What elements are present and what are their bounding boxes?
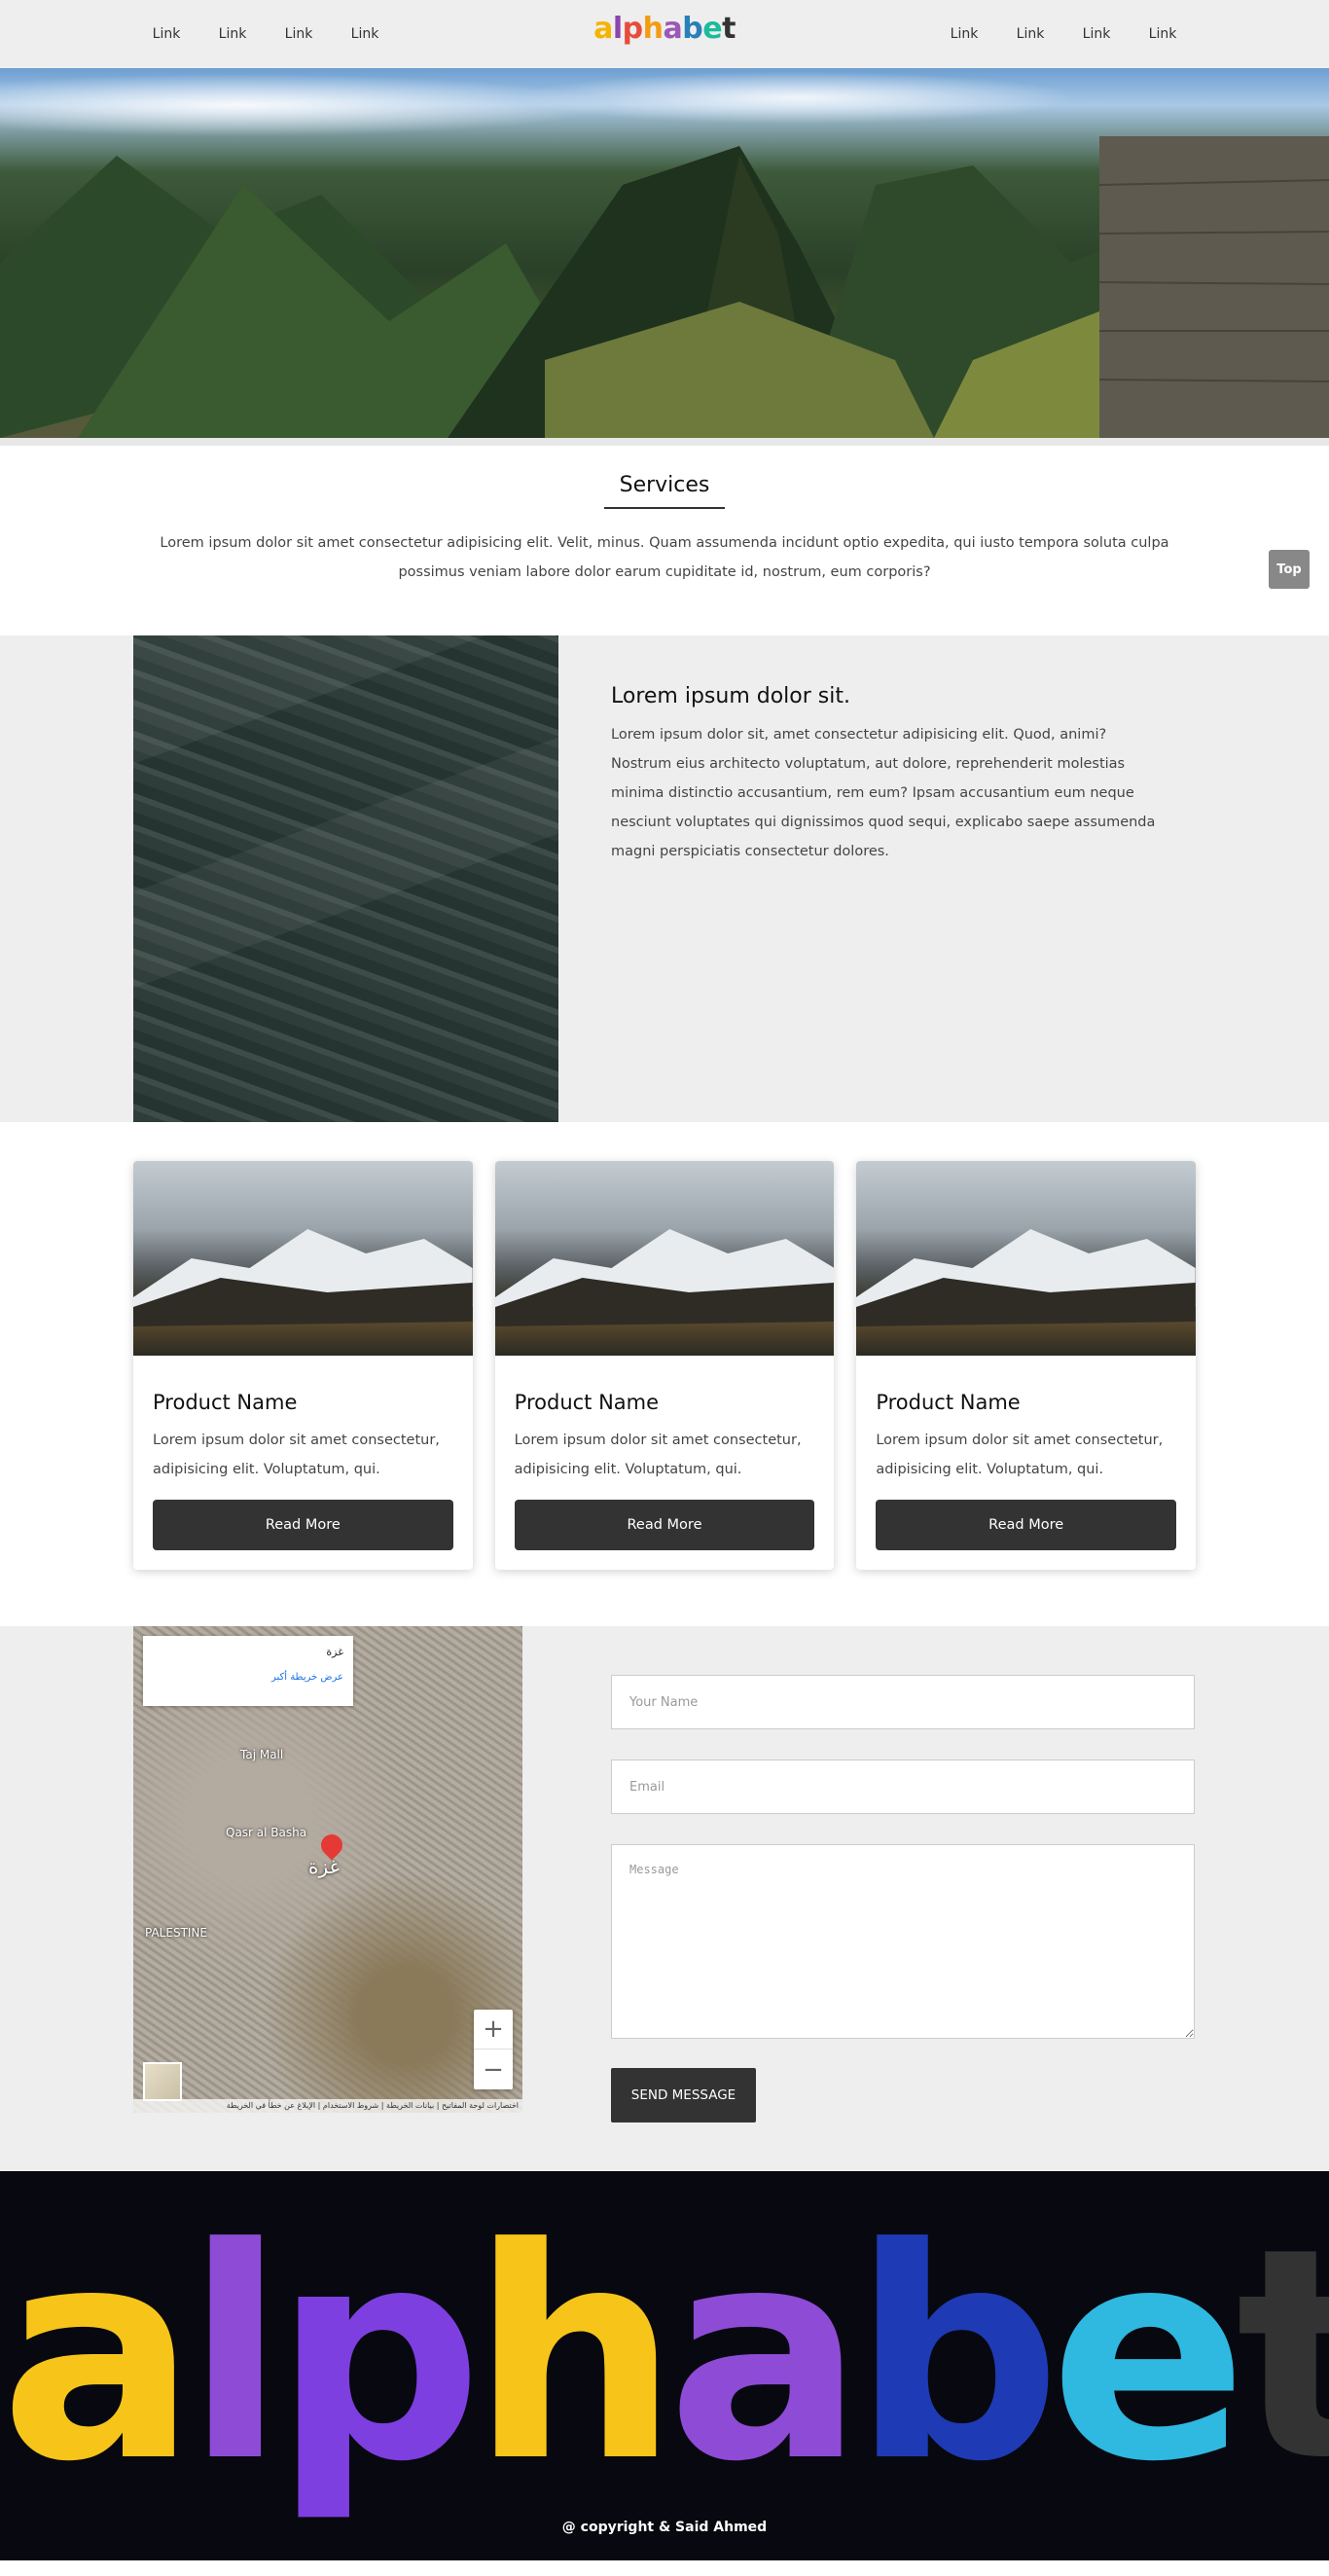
nav-link[interactable]: Link [266,26,332,42]
services-text: Lorem ipsum dolor sit amet consectetur a… [160,535,1169,580]
view-larger-map-link[interactable]: عرض خريطة أكبر [153,1672,343,1683]
hero-image [0,68,1329,438]
hero-divider [0,438,1329,446]
map-zoom-control: + − [474,2010,513,2089]
about-text: Lorem ipsum dolor sit, amet consectetur … [611,727,1156,859]
logo-letter: p [622,12,643,46]
brand-logo[interactable]: alphabet [593,12,736,46]
name-input[interactable] [611,1675,1195,1729]
map-label: PALESTINE [145,1926,207,1940]
read-more-button[interactable]: Read More [514,1500,815,1550]
logo-letter: l [612,12,623,46]
logo-letter: h [471,2186,679,2525]
map-label: Qasr al Basha [226,1826,307,1839]
services-section: Services Lorem ipsum dolor sit amet cons… [0,446,1329,635]
product-card: Product Name Lorem ipsum dolor sit amet … [856,1161,1197,1570]
product-image [133,1161,473,1356]
logo-letter: e [702,12,723,46]
map-attribution[interactable]: اختصارات لوحة المفاتيح | بيانات الخريطة … [133,2099,522,2113]
about-title: Lorem ipsum dolor sit. [611,684,850,708]
message-textarea[interactable] [611,1844,1195,2039]
map-info-card: غزة عرض خريطة أكبر [143,1636,353,1706]
product-name: Product Name [514,1391,660,1414]
footer: alphabet @ copyright & Said Ahmed [0,2171,1329,2560]
zoom-out-button[interactable]: − [474,2050,513,2089]
nav-link[interactable]: Link [1130,26,1196,42]
nav-right-links: Link Link Link Link [931,26,1196,42]
logo-letter: e [1049,2186,1247,2525]
logo-letter: a [663,12,683,46]
logo-letter: h [642,12,664,46]
mountain-landscape-image [0,136,1329,438]
product-image [494,1161,835,1356]
logo-letter: a [0,2186,197,2525]
product-card: Product Name Lorem ipsum dolor sit amet … [494,1161,835,1570]
nav-left-links: Link Link Link Link [133,26,398,42]
logo-letter: t [722,12,736,46]
nav-link[interactable]: Link [997,26,1063,42]
map-place-name: غزة [326,1646,343,1658]
read-more-button[interactable]: Read More [876,1500,1177,1550]
send-message-button[interactable]: SEND MESSAGE [611,2068,756,2122]
map-label: Taj Mall [240,1748,284,1761]
products-section: Product Name Lorem ipsum dolor sit amet … [0,1122,1329,1626]
rock-texture-image [133,635,558,1122]
logo-letter: t [1236,2186,1329,2525]
logo-letter: a [593,12,613,46]
logo-letter: l [185,2186,285,2525]
nav-link[interactable]: Link [332,26,398,42]
about-section: Lorem ipsum dolor sit. Lorem ipsum dolor… [0,635,1329,1122]
services-title: Services [603,473,726,509]
about-content: Lorem ipsum dolor sit. Lorem ipsum dolor… [558,635,1162,1122]
product-description: Lorem ipsum dolor sit amet consectetur, … [514,1433,802,1477]
footer-logo-image: alphabet [0,2210,1329,2502]
nav-link[interactable]: Link [133,26,199,42]
contact-section: غزة عرض خريطة أكبر Taj Mall Qasr al Bash… [0,1626,1329,2171]
contact-form: SEND MESSAGE [522,1626,1203,2171]
map-layer-toggle[interactable] [143,2062,182,2101]
navbar: Link Link Link Link alphabet Link Link L… [0,0,1329,68]
product-description: Lorem ipsum dolor sit amet consectetur, … [876,1433,1164,1477]
map-label: غزة [308,1855,340,1878]
nav-link[interactable]: Link [199,26,266,42]
product-image [856,1161,1197,1356]
logo-letter: b [682,12,703,46]
embedded-map[interactable]: غزة عرض خريطة أكبر Taj Mall Qasr al Bash… [133,1626,522,2113]
product-card: Product Name Lorem ipsum dolor sit amet … [133,1161,473,1570]
read-more-button[interactable]: Read More [153,1500,453,1550]
logo-letter: a [666,2186,864,2525]
logo-letter: b [852,2186,1061,2525]
logo-letter: p [273,2186,483,2525]
copyright-text: @ copyright & Said Ahmed [561,2520,768,2535]
product-description: Lorem ipsum dolor sit amet consectetur, … [153,1433,440,1477]
zoom-in-button[interactable]: + [474,2010,513,2050]
product-name: Product Name [876,1391,1021,1414]
back-to-top-button[interactable]: Top [1269,550,1310,589]
email-input[interactable] [611,1760,1195,1814]
nav-link[interactable]: Link [931,26,997,42]
product-name: Product Name [153,1391,298,1414]
nav-link[interactable]: Link [1063,26,1130,42]
